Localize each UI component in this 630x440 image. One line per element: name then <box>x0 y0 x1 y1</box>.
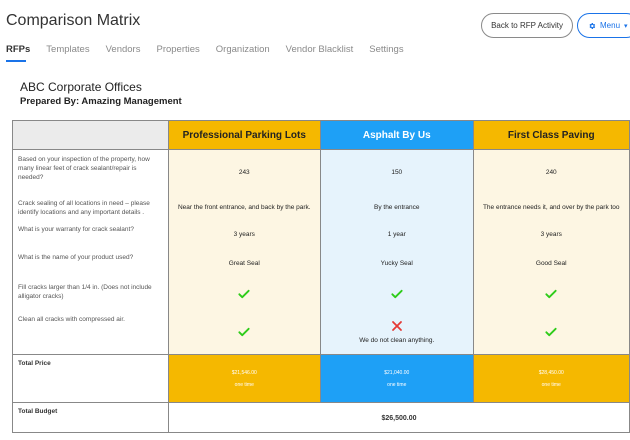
answer-text: 240 <box>545 168 557 176</box>
total-price-amount: $21,546.00 <box>231 369 257 376</box>
question-row: What is your warranty for crack sealant?… <box>13 220 629 248</box>
question-row: Crack sealing of all locations in need –… <box>13 194 629 220</box>
total-budget-label: Total Budget <box>13 403 169 432</box>
tab-settings[interactable]: Settings <box>369 44 403 55</box>
question-rows: Based on your inspection of the property… <box>13 150 629 354</box>
tab-vendors[interactable]: Vendors <box>106 44 141 55</box>
answer-cell: By the entrance <box>321 194 474 220</box>
vendor-header-2: Asphalt By Us <box>321 121 474 150</box>
answer-text: 1 year <box>387 230 406 238</box>
answer-cell: Near the front entrance, and back by the… <box>168 194 322 220</box>
menu-button[interactable]: Menu ▾ <box>577 13 630 38</box>
answer-cell <box>168 278 322 310</box>
answer-cell: 243 <box>168 150 322 194</box>
total-price-term: one time <box>541 381 561 388</box>
total-price-cell: $21,546.00 one time <box>168 354 322 402</box>
answer-cell <box>473 310 629 354</box>
answer-text: 3 years <box>233 230 255 238</box>
answer-cell <box>168 310 322 354</box>
total-price-cell: $28,450.00 one time <box>473 354 629 402</box>
question-row: Clean all cracks with compressed air. We … <box>13 310 629 354</box>
page-title: Comparison Matrix <box>6 12 141 29</box>
total-price-amount: $21,040.00 <box>384 369 410 376</box>
total-budget-row: Total Budget $26,500.00 <box>13 402 629 432</box>
answer-cell: 240 <box>473 150 629 194</box>
prepared-by: Prepared By: Amazing Management <box>20 96 182 107</box>
question-text: Crack sealing of all locations in need –… <box>13 194 169 220</box>
answer-cell <box>321 278 474 310</box>
check-icon <box>238 289 250 299</box>
check-icon <box>545 289 557 299</box>
check-icon <box>238 327 250 337</box>
x-icon <box>391 321 402 331</box>
answer-text: Great Seal <box>228 259 260 267</box>
header-corner-cell <box>13 121 169 150</box>
total-price-cell: $21,040.00 one time <box>321 354 474 402</box>
organization-name: ABC Corporate Offices <box>20 80 142 94</box>
question-text: Clean all cracks with compressed air. <box>13 310 169 354</box>
tab-organization[interactable]: Organization <box>216 44 270 55</box>
comparison-matrix-table: Professional Parking Lots Asphalt By Us … <box>12 120 630 433</box>
tab-properties[interactable]: Properties <box>156 44 199 55</box>
tab-rfps[interactable]: RFPs <box>6 44 30 55</box>
question-text: What is the name of your product used? <box>13 248 169 278</box>
tab-bar: RFPs Templates Vendors Properties Organi… <box>6 44 420 55</box>
answer-text: Good Seal <box>535 259 567 267</box>
total-price-term: one time <box>387 381 407 388</box>
back-button-label: Back to RFP Activity <box>491 21 563 30</box>
chevron-down-icon: ▾ <box>624 22 628 30</box>
vendor-header-row: Professional Parking Lots Asphalt By Us … <box>13 121 629 150</box>
vendor-header-1: Professional Parking Lots <box>168 121 321 150</box>
answer-text: By the entrance <box>374 203 420 211</box>
question-text: Based on your inspection of the property… <box>13 150 169 194</box>
answer-cell <box>473 278 629 310</box>
answer-text: 3 years <box>540 230 562 238</box>
back-to-rfp-activity-button[interactable]: Back to RFP Activity <box>481 13 573 38</box>
gear-icon <box>589 22 596 29</box>
answer-cell: Great Seal <box>168 248 322 278</box>
total-price-row: Total Price $21,546.00 one time $21,040.… <box>13 354 629 402</box>
question-row: Fill cracks larger than 1/4 in. (Does no… <box>13 278 629 310</box>
answer-text: The entrance needs it, and over by the p… <box>482 203 620 211</box>
question-text: What is your warranty for crack sealant? <box>13 220 169 248</box>
answer-cell: 150 <box>321 150 474 194</box>
check-icon <box>545 327 557 337</box>
answer-text: 243 <box>238 168 250 176</box>
total-price-label: Total Price <box>13 354 169 402</box>
answer-cell: 3 years <box>473 220 629 248</box>
answer-cell: We do not clean anything. <box>321 310 474 354</box>
answer-cell: 3 years <box>168 220 322 248</box>
tab-templates[interactable]: Templates <box>46 44 89 55</box>
check-icon <box>391 289 403 299</box>
question-row: What is the name of your product used? Gr… <box>13 248 629 278</box>
answer-text: 150 <box>391 168 403 176</box>
question-text: Fill cracks larger than 1/4 in. (Does no… <box>13 278 169 310</box>
answer-note: We do not clean anything. <box>359 337 435 344</box>
total-price-amount: $28,450.00 <box>538 369 564 376</box>
vendor-header-3: First Class Paving <box>473 121 629 150</box>
answer-cell: Yucky Seal <box>321 248 474 278</box>
total-budget-value: $26,500.00 <box>381 415 417 422</box>
tab-vendor-blacklist[interactable]: Vendor Blacklist <box>286 44 354 55</box>
answer-text: Near the front entrance, and back by the… <box>177 203 311 211</box>
answer-cell: The entrance needs it, and over by the p… <box>473 194 629 220</box>
answer-text: Yucky Seal <box>380 259 413 267</box>
question-row: Based on your inspection of the property… <box>13 150 629 194</box>
total-price-term: one time <box>234 381 254 388</box>
answer-cell: 1 year <box>321 220 474 248</box>
active-tab-indicator <box>6 60 26 62</box>
answer-cell: Good Seal <box>473 248 629 278</box>
menu-button-label: Menu <box>600 21 621 30</box>
